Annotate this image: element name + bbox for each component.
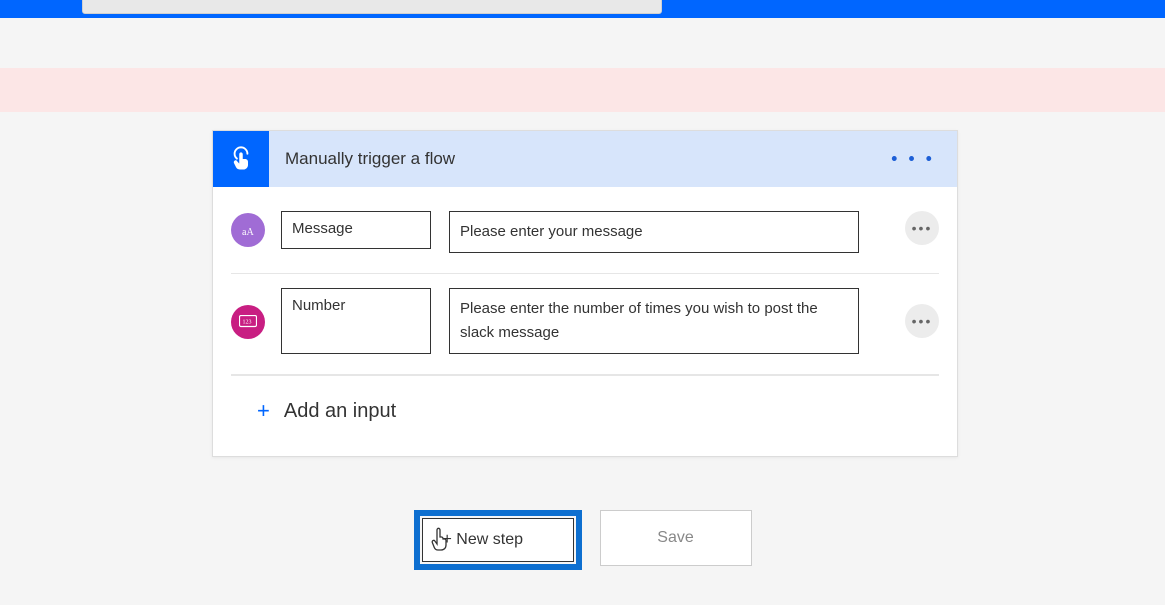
svg-text:123: 123 xyxy=(243,320,252,326)
trigger-title: Manually trigger a flow xyxy=(285,149,455,169)
input-prompt-field[interactable]: Please enter the number of times you wis… xyxy=(449,288,859,354)
trigger-body: aA Message Please enter your message •••… xyxy=(213,187,957,456)
input-name-field[interactable]: Number xyxy=(281,288,431,354)
top-search-field[interactable] xyxy=(82,0,662,14)
trigger-card: Manually trigger a flow • • • aA Message… xyxy=(212,130,958,457)
svg-text:aA: aA xyxy=(242,227,254,238)
input-name-field[interactable]: Message xyxy=(281,211,431,249)
trigger-menu-button[interactable]: • • • xyxy=(891,149,935,170)
input-row-menu-button[interactable]: ••• xyxy=(905,211,939,245)
touch-icon xyxy=(227,145,255,173)
text-icon: aA xyxy=(240,222,256,238)
add-input-label: Add an input xyxy=(284,400,396,423)
save-button[interactable]: Save xyxy=(600,510,752,566)
input-row: 123 Number Please enter the number of ti… xyxy=(231,274,939,375)
new-step-button[interactable]: + New step xyxy=(422,518,574,562)
number-type-icon: 123 xyxy=(231,305,265,339)
plus-icon: + xyxy=(257,398,270,424)
text-type-icon: aA xyxy=(231,213,265,247)
input-row: aA Message Please enter your message ••• xyxy=(231,197,939,274)
new-step-highlight: + New step xyxy=(414,510,582,570)
input-row-menu-button[interactable]: ••• xyxy=(905,304,939,338)
trigger-header[interactable]: Manually trigger a flow • • • xyxy=(213,131,957,187)
notification-band xyxy=(0,68,1165,112)
app-top-bar xyxy=(0,0,1165,18)
add-input-button[interactable]: + Add an input xyxy=(231,375,939,446)
number-icon: 123 xyxy=(239,315,257,329)
input-prompt-field[interactable]: Please enter your message xyxy=(449,211,859,253)
trigger-iconbox xyxy=(213,131,269,187)
action-buttons-row: + New step Save xyxy=(0,510,1165,570)
